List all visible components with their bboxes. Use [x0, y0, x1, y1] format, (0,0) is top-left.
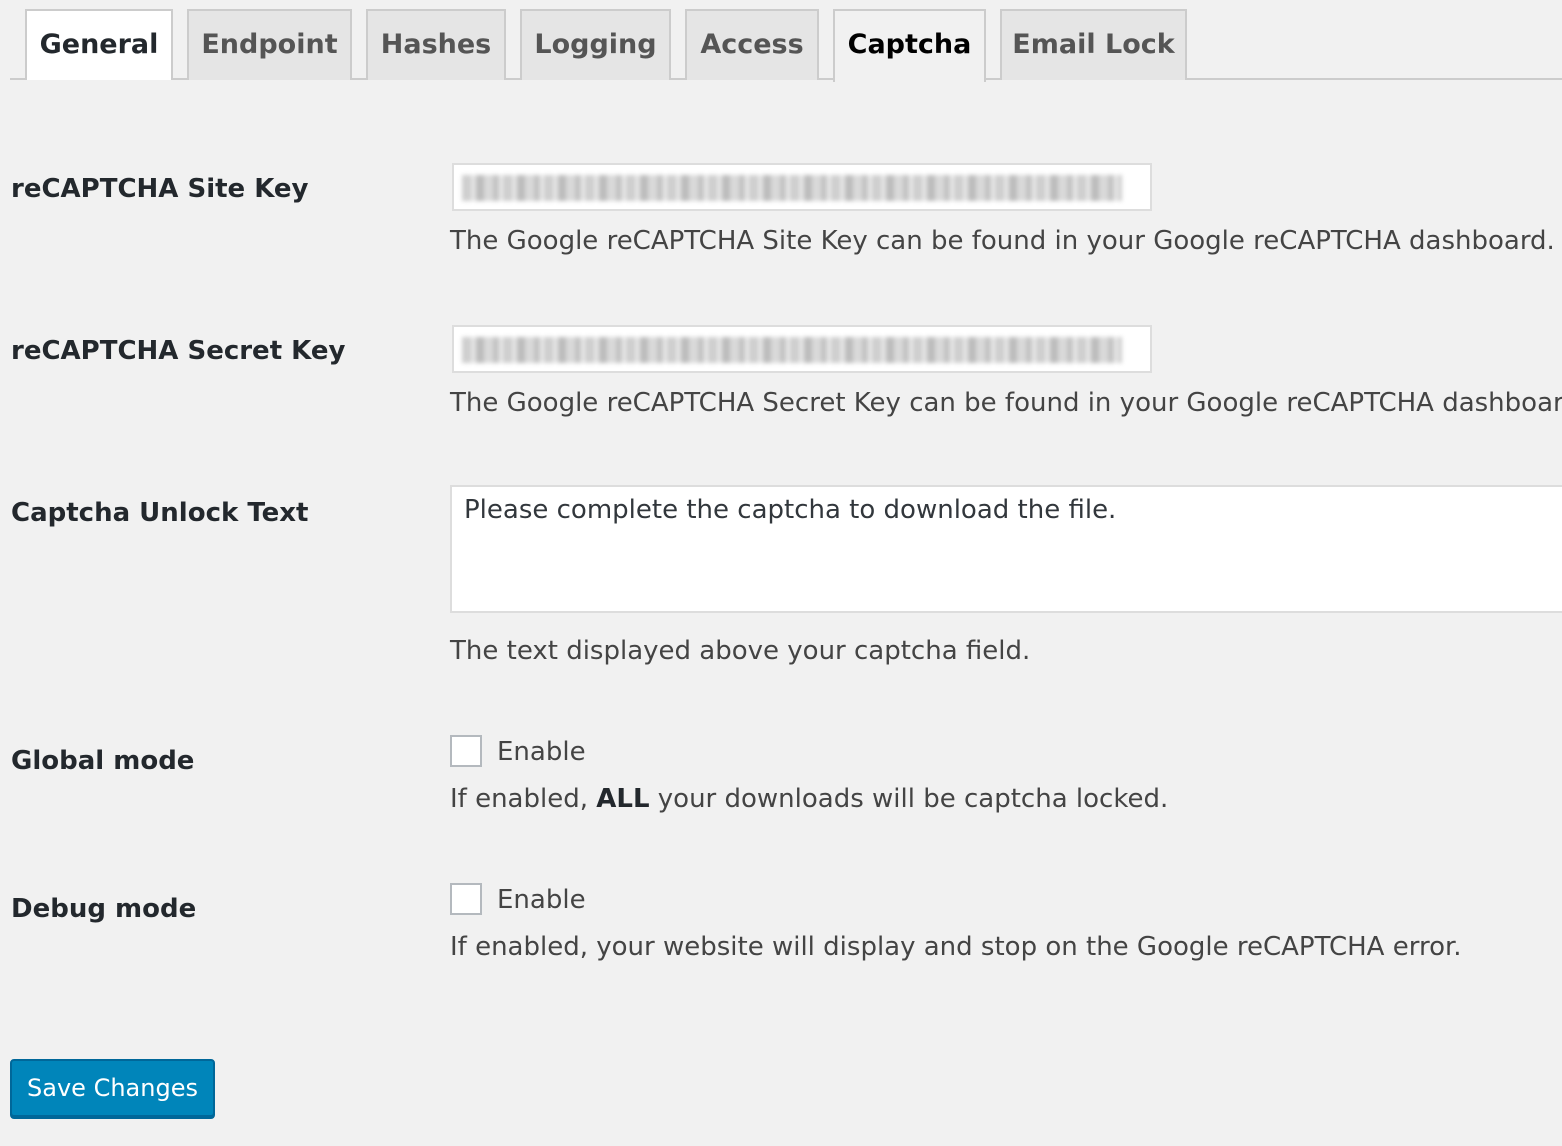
save-changes-button[interactable]: Save Changes: [10, 1059, 215, 1117]
tab-logging[interactable]: Logging: [520, 9, 671, 80]
tab-endpoint[interactable]: Endpoint: [187, 9, 352, 80]
tab-captcha[interactable]: Captcha: [833, 9, 986, 82]
site-key-description: The Google reCAPTCHA Site Key can be fou…: [450, 226, 1562, 256]
secret-key-input[interactable]: [452, 325, 1152, 373]
tab-general[interactable]: General: [25, 9, 173, 80]
secret-key-redacted-value: [462, 337, 1122, 363]
site-key-input[interactable]: [452, 163, 1152, 211]
tab-email-lock[interactable]: Email Lock: [1000, 9, 1187, 80]
global-mode-description-suffix: your downloads will be captcha locked.: [649, 784, 1169, 814]
tab-hashes[interactable]: Hashes: [366, 9, 506, 80]
global-mode-description-strong: ALL: [596, 784, 650, 814]
global-mode-enable-label[interactable]: Enable: [497, 737, 586, 767]
global-mode-description-prefix: If enabled,: [450, 784, 597, 814]
tab-access[interactable]: Access: [685, 9, 819, 80]
site-key-redacted-value: [462, 175, 1122, 201]
unlock-text-label: Captcha Unlock Text: [11, 498, 309, 528]
secret-key-description: The Google reCAPTCHA Secret Key can be f…: [450, 388, 1562, 418]
secret-key-label: reCAPTCHA Secret Key: [11, 336, 346, 366]
unlock-text-description: The text displayed above your captcha fi…: [450, 636, 1031, 666]
site-key-label: reCAPTCHA Site Key: [11, 174, 309, 204]
global-mode-label: Global mode: [11, 746, 195, 776]
debug-mode-description: If enabled, your website will display an…: [450, 932, 1462, 962]
debug-mode-checkbox[interactable]: [450, 883, 482, 915]
global-mode-checkbox[interactable]: [450, 735, 482, 767]
unlock-text-textarea[interactable]: Please complete the captcha to download …: [450, 485, 1562, 613]
debug-mode-label: Debug mode: [11, 894, 197, 924]
debug-mode-enable-label[interactable]: Enable: [497, 885, 586, 915]
global-mode-description: If enabled, ALL your downloads will be c…: [450, 784, 1168, 814]
site-key-description-text: The Google reCAPTCHA Site Key can be fou…: [450, 226, 1555, 256]
